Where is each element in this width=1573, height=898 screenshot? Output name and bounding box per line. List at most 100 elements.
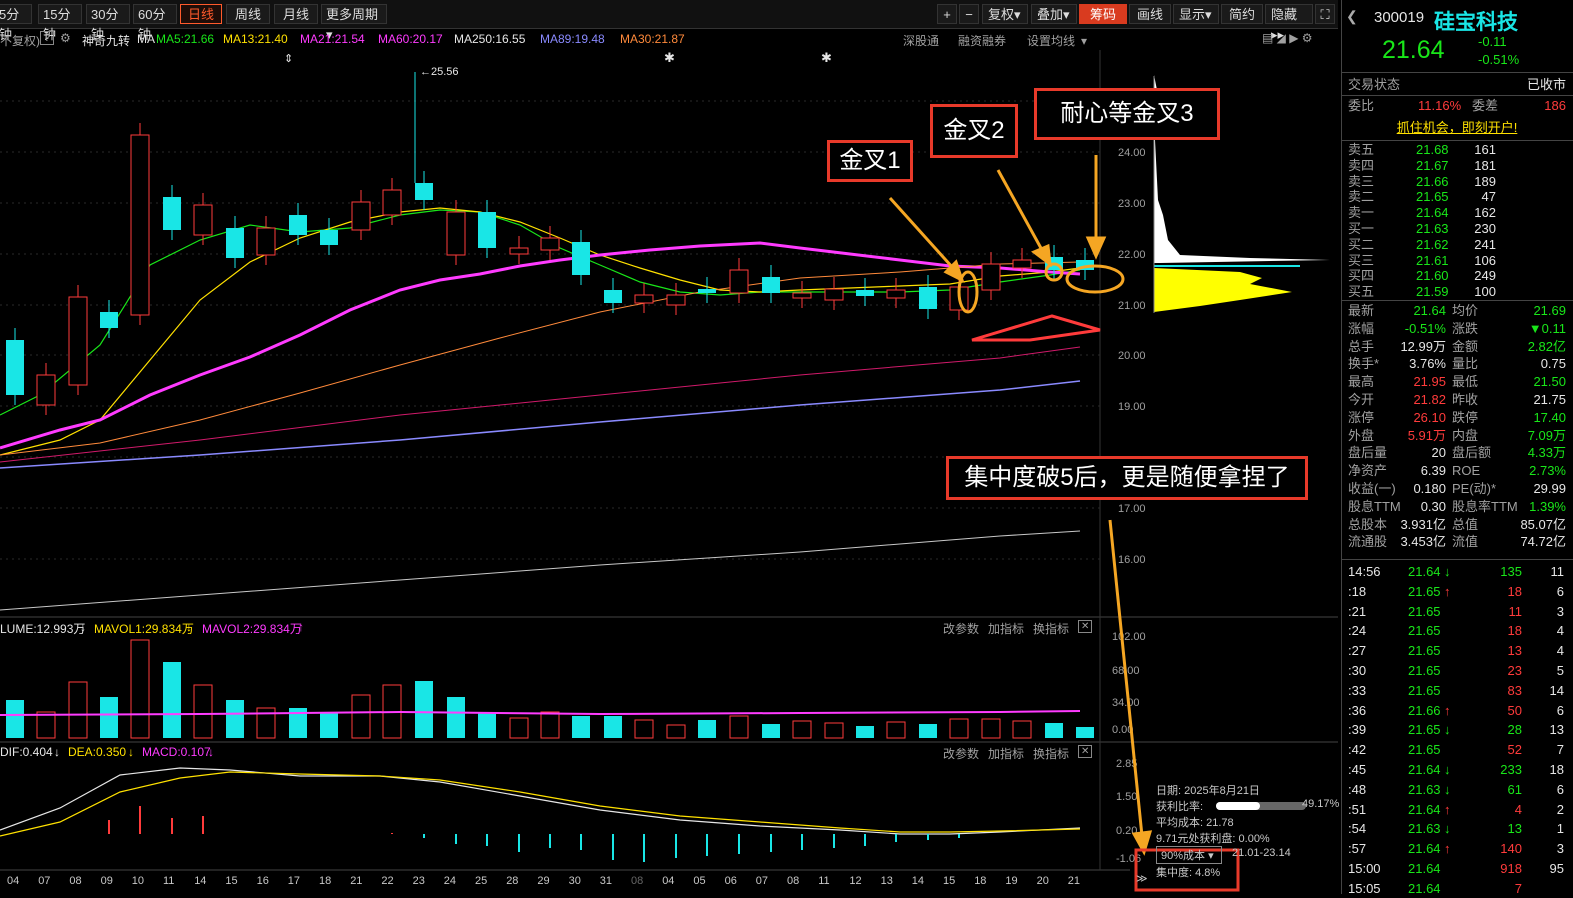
- candle-up: [634, 294, 654, 304]
- date-tick: 06: [725, 875, 737, 887]
- stat-value: 0.75: [1540, 356, 1566, 372]
- tick-row: :36 21.66 ↑ 50 6: [1348, 702, 1566, 720]
- stat-label: 股息率TTM: [1452, 498, 1518, 514]
- peak-label: ←25.56: [420, 66, 459, 78]
- star-marker-icon: ✱: [821, 50, 832, 65]
- date-tick: 24: [444, 875, 456, 887]
- stat-label: 收益(一): [1348, 481, 1396, 496]
- stat-label: 内盘: [1452, 427, 1479, 443]
- switch-indicator-button[interactable]: 换指标: [1033, 745, 1069, 762]
- switch-indicator-button[interactable]: 换指标: [1033, 620, 1069, 637]
- orderbook-volume: 162: [1474, 205, 1496, 221]
- orderbook-volume: 249: [1474, 268, 1496, 284]
- change-params-button[interactable]: 改参数: [943, 745, 979, 762]
- tick-price: 21.65: [1408, 623, 1441, 639]
- candle-down: [919, 287, 937, 309]
- tick-row: :57 21.64 ↑ 140 3: [1348, 840, 1566, 858]
- price-tick: 17.00: [1118, 503, 1146, 515]
- tick-count: 18: [1549, 762, 1564, 777]
- up-arrow-icon: ↑: [1444, 583, 1451, 599]
- quote-panel: ❮ 300019 硅宝科技 21.64 -0.11 -0.51% 交易状态 已收…: [1341, 0, 1573, 896]
- stat-value: ▼0.11: [1528, 320, 1566, 336]
- orderbook-row: 卖一 21.64 162: [1348, 205, 1566, 221]
- orderbook-label: 卖四: [1348, 157, 1375, 173]
- close-icon[interactable]: ✕: [1078, 745, 1093, 758]
- tick-price: 21.64: [1408, 861, 1441, 876]
- tick-row: :18 21.65 ↑ 18 6: [1348, 583, 1566, 601]
- volume-bar-down: [415, 681, 433, 738]
- ma-line: [0, 346, 1081, 463]
- stat-value: 4.33万: [1527, 445, 1566, 461]
- tick-volume: 28: [1507, 722, 1522, 738]
- down-arrow-icon: ↓: [186, 620, 192, 634]
- add-indicator-button[interactable]: 加指标: [988, 620, 1024, 637]
- tick-price: 21.65: [1408, 643, 1441, 659]
- orderbook-price: 21.67: [1416, 157, 1449, 173]
- tick-volume: 135: [1500, 564, 1522, 579]
- close-icon[interactable]: ✕: [1078, 620, 1093, 633]
- candle-up: [1012, 259, 1032, 269]
- back-icon[interactable]: ❮: [1346, 8, 1358, 25]
- orderbook-price: 21.59: [1416, 284, 1449, 300]
- tick-volume: 4: [1514, 801, 1522, 817]
- mavol2-value: MAVOL2:29.834万: [202, 622, 302, 636]
- red-triangle-marker: [971, 314, 1101, 342]
- volume-bar-up: [634, 719, 654, 739]
- candle-up: [382, 189, 402, 216]
- price-tick: 23.00: [1118, 198, 1146, 210]
- stat-row: 最高 21.95 最低 21.50: [1348, 373, 1566, 391]
- tick-price: 21.65: [1408, 682, 1441, 698]
- stat-label: 金额: [1452, 338, 1479, 354]
- date-tick: 21: [350, 875, 362, 887]
- orderbook-volume: 106: [1474, 252, 1496, 268]
- tick-price: 21.64: [1408, 880, 1441, 896]
- candle-down: [100, 312, 118, 328]
- date-tick: 28: [506, 875, 518, 887]
- date-tick: 08: [787, 875, 799, 887]
- orderbook-price: 21.65: [1416, 189, 1449, 205]
- price-tick: 20.00: [1118, 350, 1146, 362]
- tick-time: 15:00: [1348, 861, 1381, 876]
- trade-status: 已收市: [1526, 77, 1566, 92]
- tick-volume: 18: [1507, 583, 1522, 599]
- volume-bar-down: [572, 716, 590, 738]
- stat-value: 3.76%: [1409, 356, 1446, 372]
- volume-bar-down: [320, 712, 338, 738]
- tick-price: 21.65: [1408, 742, 1441, 758]
- tick-count: 6: [1556, 781, 1564, 797]
- volume-bar-up: [792, 720, 812, 739]
- down-arrow-icon: ↓: [1444, 722, 1451, 738]
- stat-label: 总值: [1452, 516, 1479, 532]
- orderbook-label: 卖一: [1348, 205, 1375, 221]
- candle-up: [130, 134, 150, 316]
- candle-up: [886, 289, 906, 299]
- stat-row: 股息TTM 0.30 股息率TTM 1.39%: [1348, 498, 1566, 516]
- date-tick: 05: [693, 875, 705, 887]
- tick-volume: 18: [1507, 623, 1522, 639]
- stat-label: 外盘: [1348, 427, 1375, 443]
- profit-ratio-label: 获利比率:: [1156, 801, 1204, 813]
- stat-value: 21.50: [1533, 374, 1566, 390]
- stat-value: 1.39%: [1529, 498, 1566, 514]
- cost-select[interactable]: 90%成本 ▾: [1156, 846, 1222, 864]
- collapse-icon[interactable]: ≫: [1136, 872, 1148, 885]
- orderbook-price: 21.63: [1416, 221, 1449, 236]
- volume-bar-down: [6, 700, 24, 738]
- change-params-button[interactable]: 改参数: [943, 620, 979, 637]
- price-pct: -0.51%: [1478, 52, 1520, 67]
- tick-row: :48 21.63 ↓ 61 6: [1348, 781, 1566, 799]
- orderbook-row: 买四 21.60 249: [1348, 268, 1566, 284]
- date-tick: 14: [912, 875, 924, 887]
- open-account-link[interactable]: 抓住机会，即刻开户!: [1348, 119, 1566, 137]
- volume-tick: 102.00: [1112, 631, 1146, 643]
- volume-bar-up: [540, 711, 560, 739]
- date-tick: 08: [631, 875, 643, 887]
- weibi-value: 11.16%: [1418, 98, 1462, 113]
- tick-count: 6: [1556, 583, 1564, 599]
- tick-count: 2: [1556, 801, 1564, 817]
- volume-bar-down: [226, 700, 244, 738]
- volume-bar-up: [729, 715, 749, 739]
- stat-value: 3.931亿: [1400, 516, 1446, 532]
- add-indicator-button[interactable]: 加指标: [988, 745, 1024, 762]
- star-marker-icon: ✱: [664, 50, 675, 65]
